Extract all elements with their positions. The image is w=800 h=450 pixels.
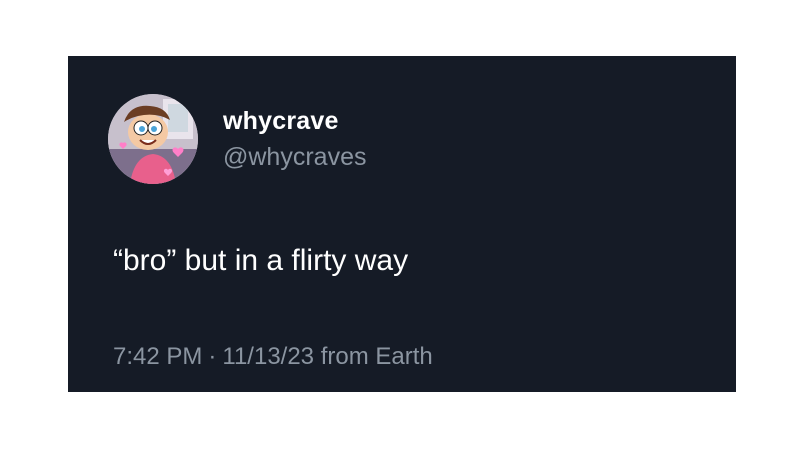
avatar[interactable] [108, 94, 198, 184]
user-names: whycrave @whycraves [223, 106, 366, 174]
tweet-date[interactable]: 11/13/23 [222, 343, 314, 370]
tweet-meta: 7:42 PM · 11/13/23 from Earth [113, 342, 433, 372]
tweet-time[interactable]: 7:42 PM [113, 343, 202, 370]
avatar-cartoon-icon [108, 94, 198, 184]
tweet-source: from Earth [320, 343, 433, 370]
tweet-text: “bro” but in a flirty way [113, 244, 409, 277]
user-handle[interactable]: @whycraves [223, 140, 366, 174]
meta-separator: · [208, 343, 217, 370]
tweet-card: whycrave @whycraves “bro” but in a flirt… [68, 56, 736, 392]
page: whycrave @whycraves “bro” but in a flirt… [0, 0, 800, 450]
display-name[interactable]: whycrave [223, 106, 366, 136]
